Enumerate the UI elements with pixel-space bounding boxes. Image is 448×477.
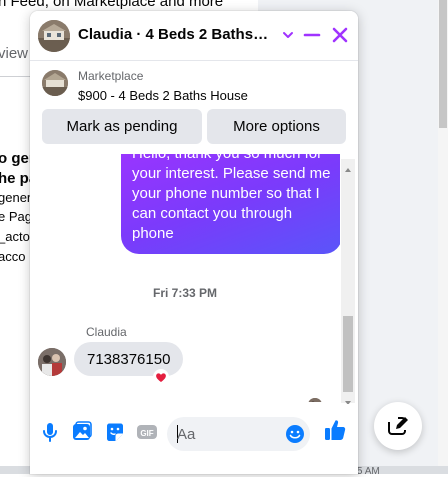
photo-icon[interactable] bbox=[70, 420, 94, 444]
date-separator: Fri 7:33 PM bbox=[152, 286, 218, 300]
scroll-up-arrow-icon[interactable] bbox=[344, 161, 352, 172]
page-scrollbar[interactable] bbox=[438, 0, 448, 468]
listing-thumbnail[interactable] bbox=[42, 70, 68, 96]
chat-header[interactable]: Claudia · 4 Beds 2 Baths House bbox=[30, 11, 358, 61]
minimize-icon[interactable] bbox=[300, 23, 324, 47]
new-message-button[interactable] bbox=[374, 402, 422, 450]
svg-text:GIF: GIF bbox=[140, 429, 153, 438]
message-scrollbar[interactable] bbox=[341, 159, 355, 405]
message-scrollbar-thumb[interactable] bbox=[343, 316, 353, 392]
sender-avatar[interactable] bbox=[38, 348, 66, 376]
close-icon[interactable] bbox=[328, 23, 352, 47]
compose-icon bbox=[388, 416, 408, 435]
more-options-button[interactable]: More options bbox=[207, 109, 346, 144]
message-input-container[interactable] bbox=[167, 417, 310, 451]
message-list[interactable]: Hello, thank you so much for your intere… bbox=[30, 154, 340, 402]
marketplace-listing[interactable]: Marketplace $900 - 4 Beds 2 Baths House bbox=[30, 61, 358, 111]
background-text: gener bbox=[0, 190, 32, 205]
heart-reaction-icon[interactable] bbox=[153, 369, 169, 385]
avatar[interactable] bbox=[38, 20, 70, 52]
chat-title[interactable]: Claudia · 4 Beds 2 Baths House bbox=[78, 26, 270, 43]
sticker-icon[interactable] bbox=[103, 420, 127, 444]
emoji-icon[interactable] bbox=[283, 422, 307, 446]
chat-window: Claudia · 4 Beds 2 Baths House Marketpla… bbox=[30, 11, 358, 474]
like-icon[interactable] bbox=[322, 417, 348, 443]
mark-as-pending-button[interactable]: Mark as pending bbox=[42, 109, 202, 144]
message-composer: GIF bbox=[30, 404, 358, 474]
microphone-icon[interactable] bbox=[38, 420, 62, 444]
background-text: e Pag bbox=[0, 209, 32, 224]
message-input[interactable] bbox=[177, 417, 277, 451]
seen-indicator-avatar bbox=[308, 398, 322, 402]
outgoing-message-bubble[interactable]: Hello, thank you so much for your intere… bbox=[121, 154, 340, 254]
gif-icon[interactable]: GIF bbox=[135, 420, 159, 444]
page-scrollbar-thumb[interactable] bbox=[439, 0, 447, 128]
listing-title[interactable]: $900 - 4 Beds 2 Baths House bbox=[78, 88, 248, 103]
listing-label: Marketplace bbox=[78, 69, 144, 83]
scroll-down-arrow-icon[interactable] bbox=[344, 394, 352, 405]
chevron-down-icon[interactable] bbox=[276, 23, 300, 47]
sender-name: Claudia bbox=[86, 325, 127, 339]
background-text: acco bbox=[0, 249, 26, 264]
background-feed-text: n Feed, on Marketplace and more bbox=[0, 0, 224, 10]
